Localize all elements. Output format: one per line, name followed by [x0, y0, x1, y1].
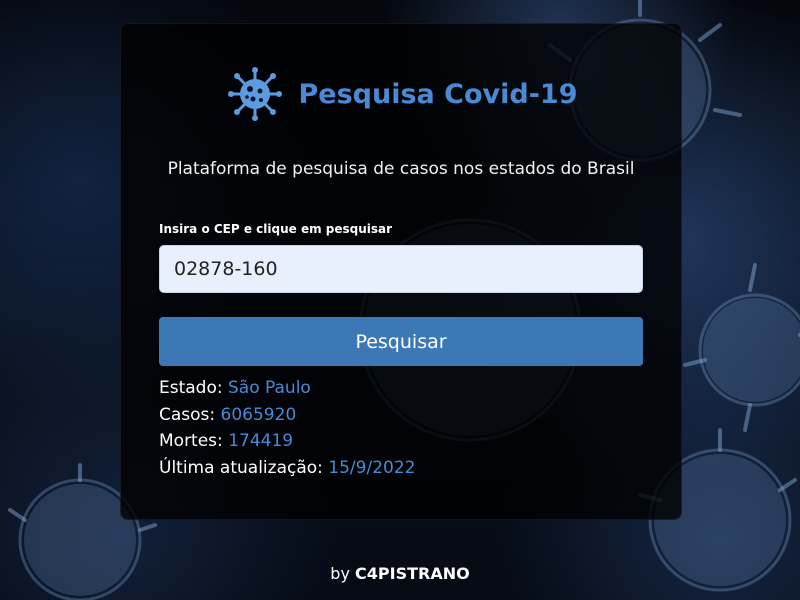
virus-icon — [227, 67, 282, 121]
result-estado: Estado: São Paulo — [159, 375, 415, 402]
casos-value: 6065920 — [220, 404, 297, 425]
footer-brand: C4PISTRANO — [355, 564, 470, 583]
atualizacao-label: Última atualização: — [159, 457, 323, 478]
footer-by: by — [330, 564, 350, 583]
atualizacao-value: 15/9/2022 — [328, 457, 416, 478]
search-card: Pesquisa Covid-19 Plataforma de pesquisa… — [120, 23, 682, 520]
result-mortes: Mortes: 174419 — [159, 428, 415, 455]
header: Pesquisa Covid-19 — [121, 64, 681, 124]
casos-label: Casos: — [159, 404, 216, 425]
footer-credit: by C4PISTRANO — [0, 564, 800, 583]
page-title: Pesquisa Covid-19 — [298, 78, 578, 110]
estado-label: Estado: — [159, 378, 223, 398]
results-panel: Estado: São Paulo Casos: 6065920 Mortes:… — [159, 375, 415, 481]
subtitle: Plataforma de pesquisa de casos nos esta… — [167, 159, 635, 179]
result-atualizacao: Última atualização: 15/9/2022 — [159, 455, 415, 482]
search-button[interactable]: Pesquisar — [159, 317, 643, 366]
cep-label: Insira o CEP e clique em pesquisar — [159, 222, 393, 236]
mortes-value: 174419 — [228, 431, 294, 451]
mortes-label: Mortes: — [159, 431, 223, 451]
cep-input[interactable] — [159, 245, 643, 293]
estado-value: São Paulo — [228, 378, 311, 398]
result-casos: Casos: 6065920 — [159, 402, 415, 429]
